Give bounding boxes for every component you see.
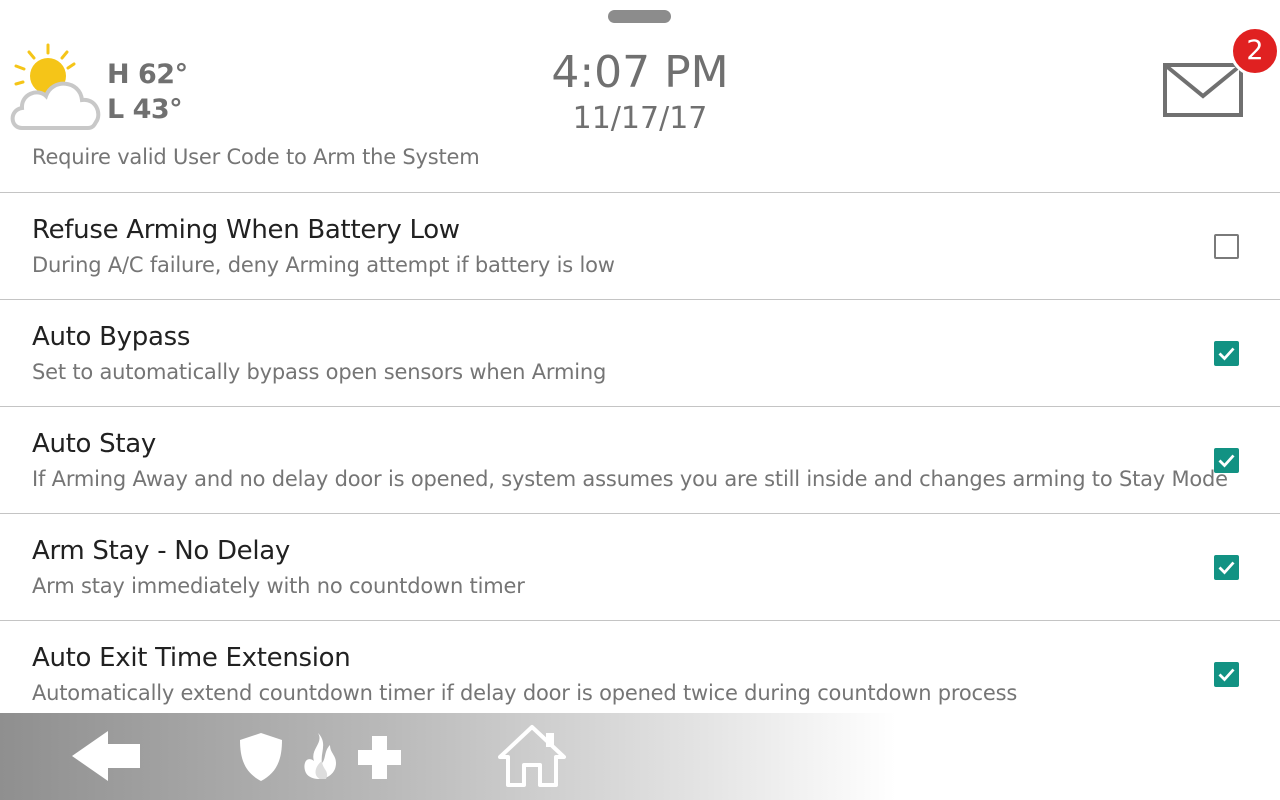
bottom-navigation-bar [0, 713, 1280, 800]
fire-icon[interactable] [298, 731, 340, 781]
settings-item-arm-stay-no-delay[interactable]: Arm Stay - No Delay Arm stay immediately… [0, 514, 1280, 621]
back-arrow-icon[interactable] [70, 729, 142, 783]
clock-time: 4:07 PM [551, 47, 729, 98]
partly-cloudy-icon[interactable] [8, 42, 108, 134]
pull-down-handle[interactable] [608, 10, 671, 23]
settings-item-auto-stay[interactable]: Auto Stay If Arming Away and no delay do… [0, 407, 1280, 514]
checkmark-icon [1218, 668, 1235, 682]
clock-date: 11/17/17 [572, 101, 708, 136]
checkmark-icon [1218, 347, 1235, 361]
checkmark-icon [1218, 454, 1235, 468]
envelope-icon[interactable] [1160, 60, 1246, 120]
settings-item-description: Require valid User Code to Arm the Syste… [32, 145, 480, 169]
settings-item-description: Arm stay immediately with no countdown t… [32, 574, 525, 598]
settings-item-description: During A/C failure, deny Arming attempt … [32, 253, 615, 277]
arm-stay-no-delay-checkbox[interactable] [1214, 555, 1239, 580]
auto-bypass-checkbox[interactable] [1214, 341, 1239, 366]
auto-stay-checkbox[interactable] [1214, 448, 1239, 473]
settings-item-refuse-arming-battery-low[interactable]: Refuse Arming When Battery Low During A/… [0, 193, 1280, 300]
settings-item-title: Auto Bypass [32, 322, 191, 352]
settings-item-partial[interactable]: Require valid User Code to Arm the Syste… [0, 140, 1280, 193]
settings-item-description: If Arming Away and no delay door is open… [32, 467, 1228, 491]
home-icon[interactable] [496, 723, 568, 789]
medical-cross-icon[interactable] [356, 734, 403, 781]
settings-item-description: Automatically extend countdown timer if … [32, 681, 1018, 705]
unread-messages-badge[interactable]: 2 [1230, 26, 1280, 76]
refuse-arming-checkbox[interactable] [1214, 234, 1239, 259]
auto-exit-time-extension-checkbox[interactable] [1214, 662, 1239, 687]
low-temperature: L 43° [107, 94, 183, 125]
settings-item-description: Set to automatically bypass open sensors… [32, 360, 607, 384]
high-temperature: H 62° [107, 59, 188, 90]
checkmark-icon [1218, 561, 1235, 575]
settings-item-auto-exit-time-extension[interactable]: Auto Exit Time Extension Automatically e… [0, 621, 1280, 728]
settings-item-title: Auto Exit Time Extension [32, 643, 351, 673]
shield-icon[interactable] [238, 731, 284, 783]
settings-item-title: Arm Stay - No Delay [32, 536, 291, 566]
settings-item-auto-bypass[interactable]: Auto Bypass Set to automatically bypass … [0, 300, 1280, 407]
settings-item-title: Auto Stay [32, 429, 156, 459]
settings-item-title: Refuse Arming When Battery Low [32, 215, 460, 245]
weather-temperatures[interactable]: H 62° L 43° [107, 57, 188, 127]
